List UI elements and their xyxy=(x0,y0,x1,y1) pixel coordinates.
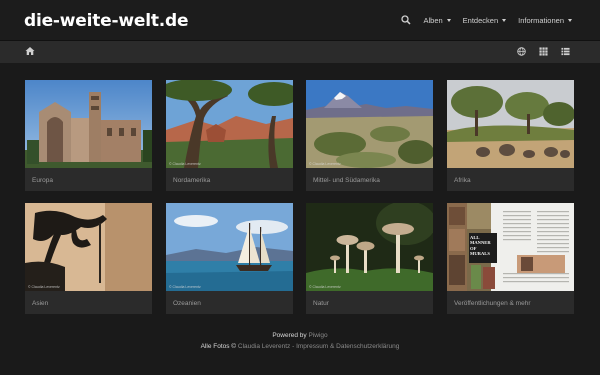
album-card-nordamerika[interactable]: © Claudia Leverentz Nordamerika xyxy=(166,80,293,191)
site-logo[interactable]: die-weite-welt.de xyxy=(24,11,189,31)
chevron-down-icon xyxy=(446,18,451,22)
nav-discover[interactable]: Entdecken xyxy=(462,15,507,25)
album-card-europa[interactable]: Europa xyxy=(25,80,152,191)
copyright: Alle Fotos © Claudia Leverentz - Impress… xyxy=(0,341,600,352)
photo-credit: © Claudia Leverentz xyxy=(169,162,201,166)
album-card-asien[interactable]: © Claudia Leverentz Asien xyxy=(25,203,152,314)
magazine-title: ALL MANNER OF MURALS xyxy=(470,235,491,257)
album-title: Nordamerika xyxy=(173,177,211,184)
nav-albums[interactable]: Alben xyxy=(423,15,451,25)
copyright-text: Alle Fotos © xyxy=(200,343,237,350)
album-title: Ozeanien xyxy=(173,300,201,307)
home-icon[interactable] xyxy=(25,46,35,56)
album-thumbnail: © Claudia Leverentz xyxy=(306,203,433,291)
breadcrumb xyxy=(0,41,600,63)
album-card-natur[interactable]: © Claudia Leverentz Natur xyxy=(306,203,433,314)
globe-icon[interactable] xyxy=(517,47,526,56)
album-title: Veröffentlichungen & mehr xyxy=(454,300,531,307)
piwigo-link[interactable]: Piwigo xyxy=(308,332,327,339)
photo-credit: © Claudia Leverentz xyxy=(309,285,341,289)
album-title: Europa xyxy=(32,177,53,184)
nav-discover-label: Entdecken xyxy=(462,15,499,25)
album-title: Mittel- und Südamerika xyxy=(313,177,380,184)
album-card-ozeanien[interactable]: © Claudia Leverentz Ozeanien xyxy=(166,203,293,314)
imprint-link[interactable]: Claudia Leverentz - Impressum & Datensch… xyxy=(238,343,400,350)
powered-by-text: Powered by xyxy=(272,332,307,339)
footer: Powered by Piwigo Alle Fotos © Claudia L… xyxy=(0,330,600,352)
album-thumbnail: © Claudia Leverentz xyxy=(166,203,293,291)
search-icon[interactable] xyxy=(401,15,412,25)
chevron-down-icon xyxy=(502,18,507,22)
nav-information[interactable]: Informationen xyxy=(518,16,572,25)
album-thumbnail xyxy=(447,80,574,168)
photo-credit: © Claudia Leverentz xyxy=(309,162,341,166)
nav-albums-label: Alben xyxy=(423,15,443,25)
album-card-afrika[interactable]: Afrika xyxy=(447,80,574,191)
album-thumbnail: © Claudia Leverentz xyxy=(25,203,152,291)
main-nav: Alben Entdecken Informationen xyxy=(401,15,572,25)
album-card-mittel-suedamerika[interactable]: © Claudia Leverentz Mittel- und Südameri… xyxy=(306,80,433,191)
view-options xyxy=(517,47,570,56)
top-navbar: die-weite-welt.de Alben Entdecken Inform… xyxy=(0,0,600,41)
photo-credit: © Claudia Leverentz xyxy=(169,285,201,289)
album-card-veroeffentlichungen[interactable]: ALL MANNER OF MURALS Veröffentlichungen … xyxy=(447,203,574,314)
album-thumbnail: © Claudia Leverentz xyxy=(306,80,433,168)
album-title: Natur xyxy=(313,300,329,307)
nav-information-label: Informationen xyxy=(518,15,564,25)
album-thumbnail xyxy=(25,80,152,168)
powered-by: Powered by Piwigo xyxy=(0,330,600,341)
album-title: Afrika xyxy=(454,177,471,184)
album-thumbnail: © Claudia Leverentz xyxy=(166,80,293,168)
chevron-down-icon xyxy=(568,18,572,22)
photo-credit: © Claudia Leverentz xyxy=(28,285,60,289)
grid-view-icon[interactable] xyxy=(539,47,548,56)
album-title: Asien xyxy=(32,300,49,307)
album-thumbnail: ALL MANNER OF MURALS xyxy=(447,203,574,291)
list-view-icon[interactable] xyxy=(561,47,570,56)
